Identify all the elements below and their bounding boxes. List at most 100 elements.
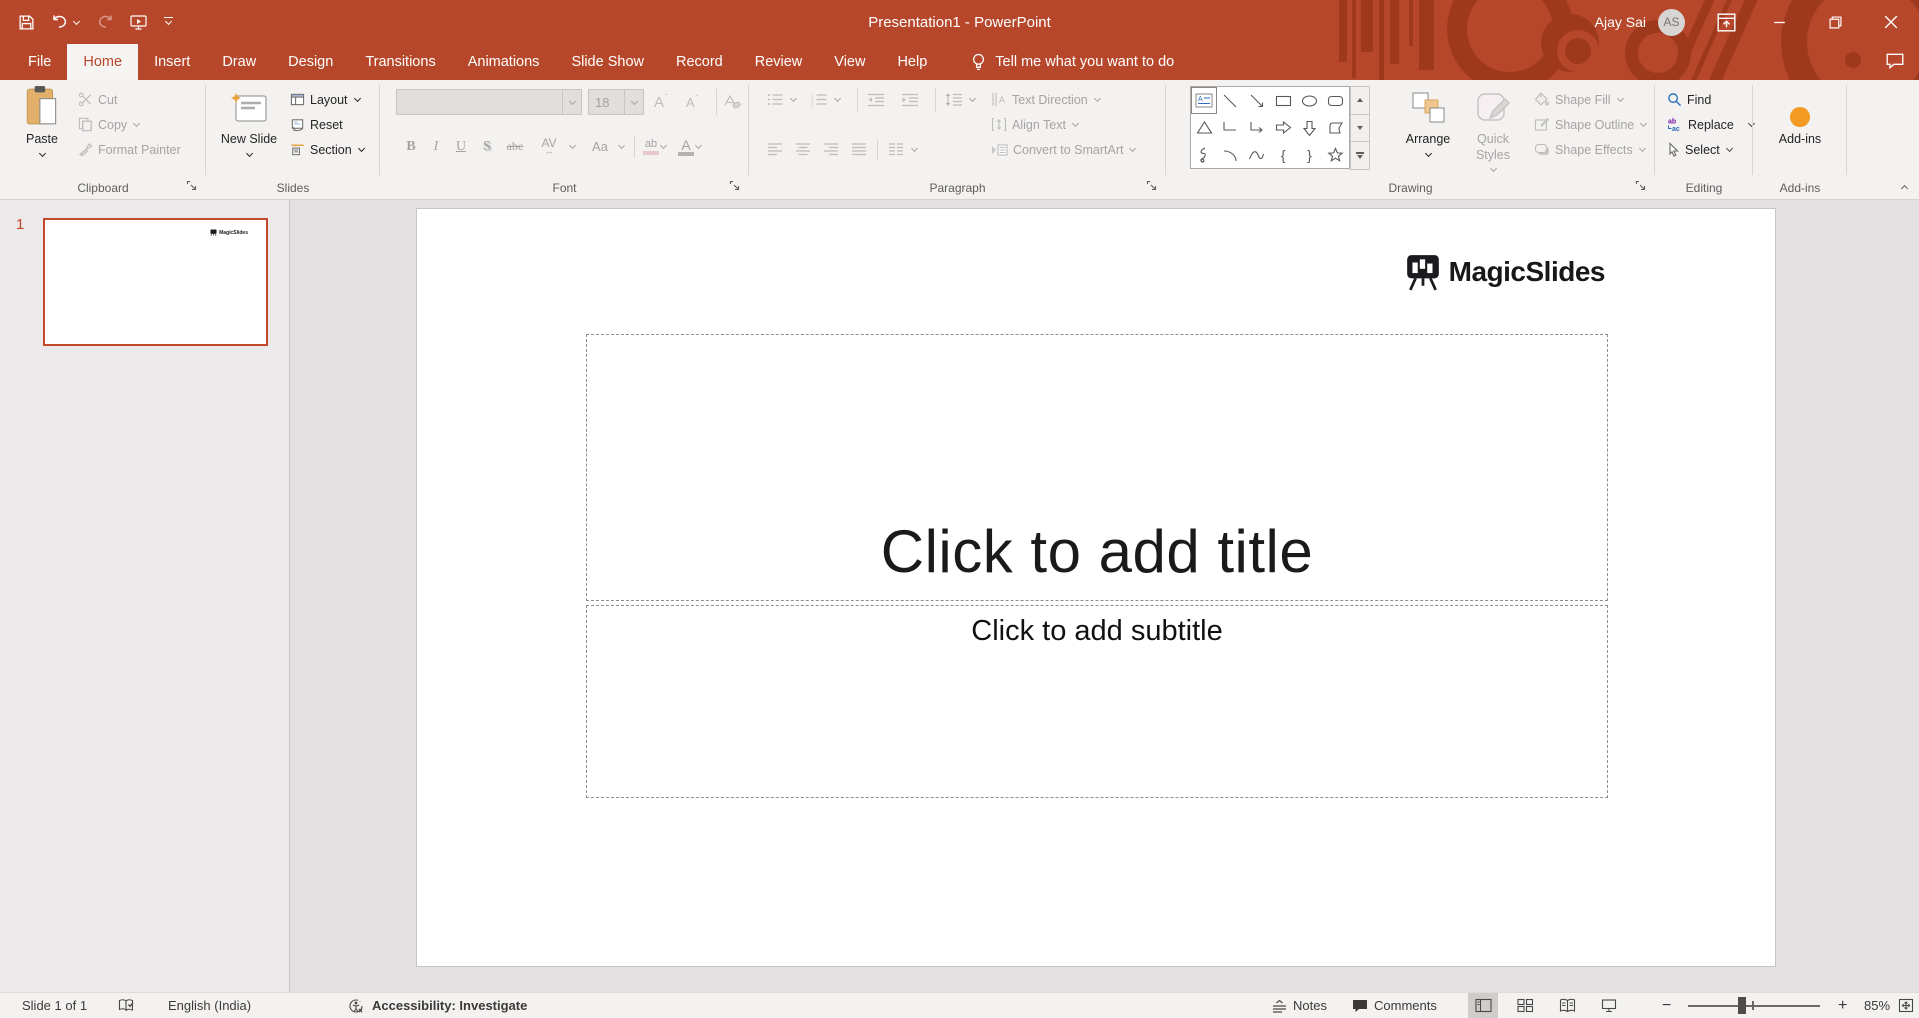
tab-review[interactable]: Review xyxy=(739,44,819,80)
tab-insert[interactable]: Insert xyxy=(138,44,206,80)
shape-snip-corner-icon[interactable] xyxy=(1323,114,1349,141)
brand-logo: MagicSlides xyxy=(1405,253,1606,291)
zoom-slider-handle[interactable] xyxy=(1738,997,1746,1014)
collapse-ribbon-icon[interactable] xyxy=(1900,182,1909,191)
slide-sorter-view-button[interactable] xyxy=(1510,993,1540,1018)
normal-view-button[interactable] xyxy=(1468,993,1498,1018)
shape-arrow-right-icon[interactable] xyxy=(1270,114,1296,141)
tab-view[interactable]: View xyxy=(818,44,881,80)
language-indicator[interactable]: English (India) xyxy=(168,993,251,1018)
tab-record[interactable]: Record xyxy=(660,44,739,80)
addins-button[interactable]: Add-ins xyxy=(1770,83,1830,183)
font-size-value: 18 xyxy=(595,94,610,110)
tab-design[interactable]: Design xyxy=(272,44,349,80)
minimize-button[interactable] xyxy=(1751,0,1807,44)
shape-oval-icon[interactable] xyxy=(1296,87,1322,114)
group-editing: Find ab ac Replace Select Editing xyxy=(1655,80,1753,199)
replace-button[interactable]: ab ac Replace xyxy=(1667,112,1756,137)
select-dropdown-icon[interactable] xyxy=(1725,145,1734,154)
shape-arrow-down-icon[interactable] xyxy=(1296,114,1322,141)
slide-counter[interactable]: Slide 1 of 1 xyxy=(22,993,87,1018)
shapes-scroll-down-icon[interactable] xyxy=(1350,113,1370,143)
tab-animations[interactable]: Animations xyxy=(452,44,556,80)
avatar[interactable]: AS xyxy=(1658,8,1685,36)
decrease-indent-button xyxy=(867,87,885,112)
restore-button[interactable] xyxy=(1807,0,1863,44)
spell-check-icon[interactable] xyxy=(118,993,135,1018)
shape-curve-icon[interactable] xyxy=(1244,141,1270,168)
tab-transitions[interactable]: Transitions xyxy=(349,44,451,80)
line-spacing-button xyxy=(945,87,977,112)
paste-dropdown-icon[interactable] xyxy=(38,150,47,159)
find-button[interactable]: Find xyxy=(1667,87,1711,112)
bold-button: B xyxy=(406,138,416,154)
comments-toggle[interactable]: Comments xyxy=(1352,993,1437,1018)
new-slide-button[interactable]: New Slide xyxy=(220,83,278,183)
slides-group-label: Slides xyxy=(276,181,310,195)
new-slide-dropdown-icon[interactable] xyxy=(245,150,254,159)
notes-toggle[interactable]: Notes xyxy=(1272,993,1327,1018)
clipboard-dialog-launcher-icon[interactable] xyxy=(186,180,200,194)
reset-button[interactable]: Reset xyxy=(290,112,343,137)
subtitle-placeholder-text: Click to add subtitle xyxy=(971,615,1223,647)
tab-home[interactable]: Home xyxy=(67,44,139,80)
shape-elbow-arrow-connector-icon[interactable] xyxy=(1244,114,1270,141)
paste-button[interactable]: Paste xyxy=(16,83,68,183)
fit-slide-to-window-button[interactable] xyxy=(1898,993,1914,1018)
layout-dropdown-icon[interactable] xyxy=(353,95,362,104)
subtitle-placeholder[interactable]: Click to add subtitle xyxy=(586,605,1608,798)
shape-right-brace-icon[interactable]: } xyxy=(1296,141,1322,168)
shape-arrow-icon[interactable] xyxy=(1244,87,1270,114)
section-dropdown-icon[interactable] xyxy=(357,145,366,154)
tab-draw[interactable]: Draw xyxy=(206,44,272,80)
title-placeholder[interactable]: Click to add title xyxy=(586,334,1608,601)
reading-view-button[interactable] xyxy=(1552,993,1582,1018)
tab-slide-show[interactable]: Slide Show xyxy=(555,44,660,80)
shapes-scroll-up-icon[interactable] xyxy=(1350,86,1370,115)
arrange-label: Arrange xyxy=(1405,132,1451,146)
zoom-in-button[interactable]: + xyxy=(1838,993,1847,1018)
shape-star-icon[interactable] xyxy=(1323,141,1349,168)
section-button[interactable]: Section xyxy=(290,137,366,162)
shape-fill-button: Shape Fill xyxy=(1534,87,1625,112)
group-slides: New Slide Layout Reset Section Slides xyxy=(206,80,380,199)
title-bar: Presentation1 - PowerPoint Ajay Sai AS F… xyxy=(0,0,1919,80)
align-left-icon xyxy=(767,143,783,156)
slideshow-view-button[interactable] xyxy=(1594,993,1624,1018)
bullets-icon xyxy=(767,92,784,107)
arrange-dropdown-icon[interactable] xyxy=(1424,150,1433,159)
accessibility-status[interactable]: Accessibility: Investigate xyxy=(372,993,527,1018)
font-dialog-launcher-icon[interactable] xyxy=(729,180,743,194)
account-name[interactable]: Ajay Sai xyxy=(1595,14,1646,30)
zoom-level[interactable]: 85% xyxy=(1864,993,1890,1018)
shape-text-box-icon[interactable]: A xyxy=(1191,87,1218,114)
arrange-button[interactable]: Arrange xyxy=(1398,83,1458,183)
drawing-dialog-launcher-icon[interactable] xyxy=(1635,180,1649,194)
shape-elbow-connector-icon[interactable] xyxy=(1217,114,1243,141)
ribbon-display-options-icon[interactable] xyxy=(1701,0,1751,44)
paragraph-dialog-launcher-icon[interactable] xyxy=(1146,180,1160,194)
layout-button[interactable]: Layout xyxy=(290,87,362,112)
tab-help[interactable]: Help xyxy=(881,44,943,80)
slide-thumbnail[interactable]: MagicSlides xyxy=(43,218,268,346)
increase-indent-button xyxy=(901,87,919,112)
font-name-combo xyxy=(396,89,582,115)
share-comment-icon[interactable] xyxy=(1885,52,1905,70)
close-button[interactable] xyxy=(1863,0,1919,44)
shape-triangle-icon[interactable] xyxy=(1191,114,1217,141)
shapes-more-icon[interactable] xyxy=(1350,141,1370,171)
slide-canvas-area: MagicSlides Click to add title Click to … xyxy=(290,200,1919,992)
shape-effects-button: Shape Effects xyxy=(1534,137,1647,162)
shape-arc-icon[interactable] xyxy=(1217,141,1243,168)
shape-rectangle-icon[interactable] xyxy=(1270,87,1296,114)
shape-left-brace-icon[interactable]: { xyxy=(1270,141,1296,168)
tell-me-box[interactable]: Tell me what you want to do xyxy=(971,44,1174,80)
shape-rounded-rectangle-icon[interactable] xyxy=(1323,87,1349,114)
shape-line-icon[interactable] xyxy=(1217,87,1243,114)
tab-file[interactable]: File xyxy=(12,44,67,80)
slide-editor[interactable]: MagicSlides Click to add title Click to … xyxy=(416,208,1776,967)
format-painter-label: Format Painter xyxy=(98,142,181,157)
select-button[interactable]: Select xyxy=(1667,137,1734,162)
zoom-out-button[interactable]: − xyxy=(1662,993,1671,1018)
shape-scribble-icon[interactable] xyxy=(1191,141,1217,168)
